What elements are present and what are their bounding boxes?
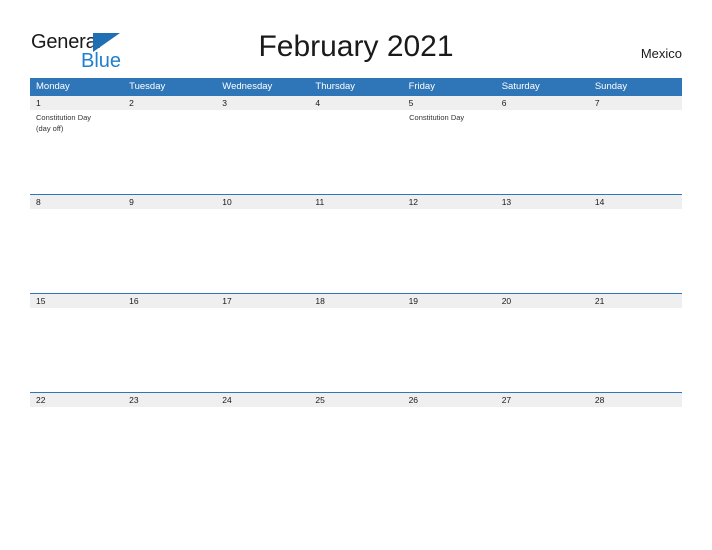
week-number-band: 15 16 17 18 19 20 21 <box>30 294 682 308</box>
day-number[interactable]: 8 <box>30 195 123 209</box>
day-number[interactable]: 22 <box>30 393 123 407</box>
weekday-header-monday: Monday <box>36 81 70 92</box>
week-body-row <box>30 407 682 491</box>
week-number-band: 22 23 24 25 26 27 28 <box>30 393 682 407</box>
page-header: General Blue February 2021 Mexico <box>0 0 712 78</box>
calendar-week-row: 22 23 24 25 26 27 28 <box>30 392 682 491</box>
calendar-page: General Blue February 2021 Mexico Monday… <box>0 0 712 550</box>
day-cell[interactable] <box>402 308 495 392</box>
day-number[interactable]: 12 <box>403 195 496 209</box>
day-number[interactable]: 7 <box>589 96 682 110</box>
weekday-header-tuesday: Tuesday <box>129 81 166 92</box>
day-number[interactable]: 24 <box>216 393 309 407</box>
day-number[interactable]: 9 <box>123 195 216 209</box>
day-cell[interactable] <box>122 110 215 194</box>
day-cell[interactable] <box>309 407 402 491</box>
day-cell[interactable] <box>402 407 495 491</box>
day-cell[interactable] <box>309 308 402 392</box>
day-number[interactable]: 6 <box>496 96 589 110</box>
day-cell[interactable] <box>122 308 215 392</box>
day-number[interactable]: 16 <box>123 294 216 308</box>
day-cell[interactable]: Constitution Day (day off) <box>30 110 122 194</box>
weekday-header-sunday: Sunday <box>594 81 628 92</box>
day-number[interactable]: 14 <box>589 195 682 209</box>
day-cell[interactable] <box>309 209 402 293</box>
day-number[interactable]: 10 <box>216 195 309 209</box>
day-cell[interactable] <box>30 209 122 293</box>
day-number[interactable]: 21 <box>589 294 682 308</box>
country-label: Mexico <box>640 46 682 61</box>
week-body-row <box>30 209 682 293</box>
day-cell[interactable] <box>402 209 495 293</box>
day-cell[interactable]: Constitution Day <box>402 110 495 194</box>
day-cell[interactable] <box>589 209 682 293</box>
day-event-text: Constitution Day <box>409 113 465 122</box>
day-number[interactable]: 27 <box>496 393 589 407</box>
weekday-header-row: Monday Tuesday Wednesday Thursday Friday… <box>30 78 682 96</box>
day-number[interactable]: 13 <box>496 195 589 209</box>
page-title: February 2021 <box>258 30 454 63</box>
weekday-header-wednesday: Wednesday <box>222 81 273 92</box>
week-number-band: 8 9 10 11 12 13 14 <box>30 195 682 209</box>
calendar-week-row: 1 2 3 4 5 6 7 Constitution Day (day off)… <box>30 96 682 194</box>
day-number[interactable]: 28 <box>589 393 682 407</box>
day-number[interactable]: 25 <box>309 393 402 407</box>
day-number[interactable]: 15 <box>30 294 123 308</box>
day-cell[interactable] <box>309 110 402 194</box>
weekday-header-friday: Friday <box>408 81 435 92</box>
day-cell[interactable] <box>216 209 309 293</box>
week-body-row <box>30 308 682 392</box>
week-body-row: Constitution Day (day off) Constitution … <box>30 110 682 194</box>
day-number[interactable]: 23 <box>123 393 216 407</box>
weekday-header-thursday: Thursday <box>315 81 356 92</box>
day-number[interactable]: 2 <box>123 96 216 110</box>
calendar-week-row: 15 16 17 18 19 20 21 <box>30 293 682 392</box>
day-cell[interactable] <box>589 407 682 491</box>
day-cell[interactable] <box>30 407 122 491</box>
day-cell[interactable] <box>589 110 682 194</box>
day-cell[interactable] <box>589 308 682 392</box>
day-number[interactable]: 20 <box>496 294 589 308</box>
day-cell[interactable] <box>216 110 309 194</box>
week-number-band: 1 2 3 4 5 6 7 <box>30 96 682 110</box>
day-cell[interactable] <box>495 110 588 194</box>
day-number[interactable]: 5 <box>403 96 496 110</box>
day-cell[interactable] <box>495 407 588 491</box>
weekday-header-saturday: Saturday <box>501 81 540 92</box>
calendar-week-row: 8 9 10 11 12 13 14 <box>30 194 682 293</box>
day-cell[interactable] <box>216 407 309 491</box>
day-number[interactable]: 18 <box>309 294 402 308</box>
day-cell[interactable] <box>495 308 588 392</box>
day-number[interactable]: 19 <box>403 294 496 308</box>
day-number[interactable]: 11 <box>309 195 402 209</box>
day-cell[interactable] <box>30 308 122 392</box>
day-event-text: Constitution Day (day off) <box>36 113 92 133</box>
day-cell[interactable] <box>495 209 588 293</box>
day-cell[interactable] <box>122 209 215 293</box>
day-number[interactable]: 1 <box>30 96 123 110</box>
day-number[interactable]: 17 <box>216 294 309 308</box>
day-cell[interactable] <box>122 407 215 491</box>
day-cell[interactable] <box>216 308 309 392</box>
day-number[interactable]: 26 <box>403 393 496 407</box>
calendar-grid: Monday Tuesday Wednesday Thursday Friday… <box>30 78 682 491</box>
day-number[interactable]: 3 <box>216 96 309 110</box>
day-number[interactable]: 4 <box>309 96 402 110</box>
